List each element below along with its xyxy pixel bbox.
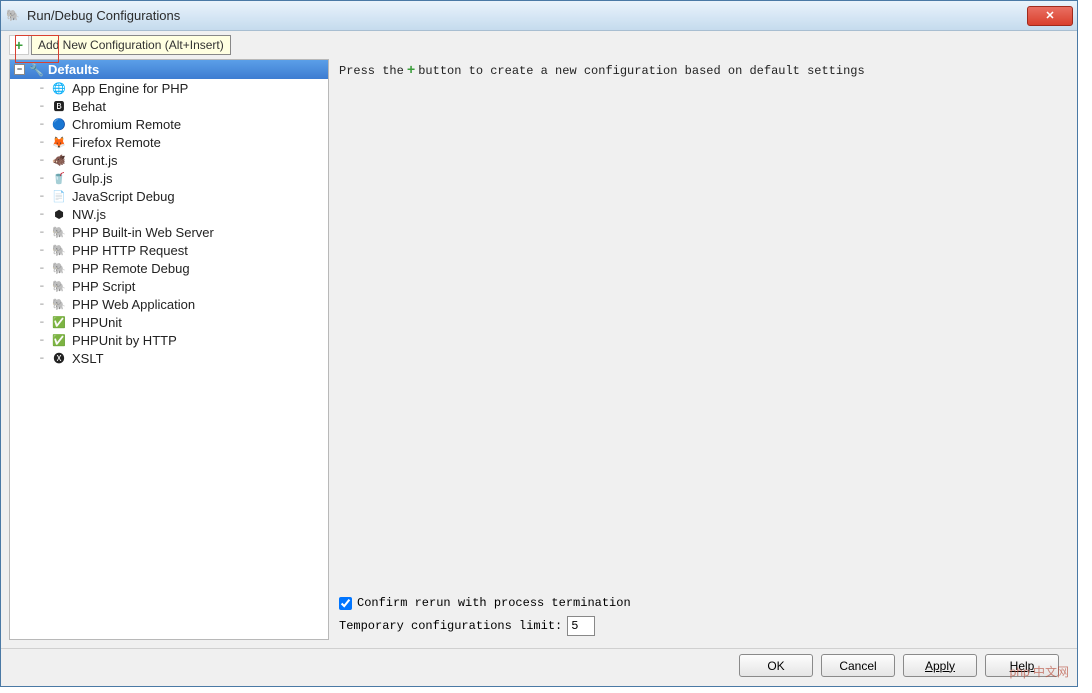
tree-item[interactable]: ╶ 🅱 Behat: [10, 97, 328, 115]
tree-item[interactable]: ╶ 🥤 Gulp.js: [10, 169, 328, 187]
tree-item-label: PHP Script: [72, 279, 135, 294]
tree-item[interactable]: ╶ 🐘 PHP Script: [10, 277, 328, 295]
tree-item-label: PHPUnit: [72, 315, 122, 330]
tree-item-label: PHP HTTP Request: [72, 243, 188, 258]
tree-item[interactable]: ╶ 🦊 Firefox Remote: [10, 133, 328, 151]
add-tooltip: Add New Configuration (Alt+Insert): [31, 35, 231, 55]
config-type-icon: ✅: [51, 332, 67, 348]
close-button[interactable]: ✕: [1027, 6, 1073, 26]
tree-item-label: PHP Web Application: [72, 297, 195, 312]
tree-connector-icon: ╶: [34, 100, 46, 113]
button-bar: OK Cancel Apply Help: [1, 648, 1077, 686]
tree-connector-icon: ╶: [34, 334, 46, 347]
titlebar: 🐘 Run/Debug Configurations ✕: [1, 1, 1077, 31]
tree-item[interactable]: ╶ 🐘 PHP Built-in Web Server: [10, 223, 328, 241]
plus-icon: +: [404, 63, 418, 79]
tree-item-label: Firefox Remote: [72, 135, 161, 150]
tree-item-label: App Engine for PHP: [72, 81, 188, 96]
tree-item[interactable]: ╶ 🐗 Grunt.js: [10, 151, 328, 169]
dialog-window: 🐘 Run/Debug Configurations ✕ + Add New C…: [0, 0, 1078, 687]
tree-connector-icon: ╶: [34, 82, 46, 95]
tree-item[interactable]: ╶ 🌐 App Engine for PHP: [10, 79, 328, 97]
config-type-icon: 🌐: [51, 80, 67, 96]
config-type-icon: 🐘: [51, 296, 67, 312]
apply-button[interactable]: Apply: [903, 654, 977, 677]
cancel-button[interactable]: Cancel: [821, 654, 895, 677]
hint-text: Press the + button to create a new confi…: [339, 63, 1067, 79]
config-type-icon: 🐘: [51, 260, 67, 276]
temp-limit-input[interactable]: [567, 616, 595, 636]
config-type-icon: 🅧: [51, 350, 67, 366]
configurations-tree[interactable]: − 🔧 Defaults ╶ 🌐 App Engine for PHP ╶ 🅱 Behat…: [9, 59, 329, 640]
tree-connector-icon: ╶: [34, 244, 46, 257]
config-type-icon: 🅱: [51, 98, 67, 114]
config-type-icon: 📄: [51, 188, 67, 204]
config-type-icon: 🐗: [51, 152, 67, 168]
temp-limit-row: Temporary configurations limit:: [339, 616, 1067, 636]
ok-button[interactable]: OK: [739, 654, 813, 677]
add-configuration-button[interactable]: +: [9, 35, 29, 55]
tree-connector-icon: ╶: [34, 316, 46, 329]
config-type-icon: ✅: [51, 314, 67, 330]
tree-item[interactable]: ╶ ✅ PHPUnit: [10, 313, 328, 331]
tree-connector-icon: ╶: [34, 352, 46, 365]
app-icon: 🐘: [5, 8, 21, 24]
window-title: Run/Debug Configurations: [27, 8, 1027, 23]
content-area: − 🔧 Defaults ╶ 🌐 App Engine for PHP ╶ 🅱 Behat…: [1, 59, 1077, 648]
tree-connector-icon: ╶: [34, 190, 46, 203]
tree-item-label: Chromium Remote: [72, 117, 181, 132]
tree-item[interactable]: ╶ 📄 JavaScript Debug: [10, 187, 328, 205]
tree-item[interactable]: ╶ 🔵 Chromium Remote: [10, 115, 328, 133]
hint-after: button to create a new configuration bas…: [418, 64, 864, 78]
help-button[interactable]: Help: [985, 654, 1059, 677]
tree-item-label: Gulp.js: [72, 171, 112, 186]
details-panel: Press the + button to create a new confi…: [337, 59, 1069, 640]
collapse-icon[interactable]: −: [14, 64, 25, 75]
toolbar: + Add New Configuration (Alt+Insert): [1, 31, 1077, 59]
tree-item[interactable]: ╶ 🐘 PHP Web Application: [10, 295, 328, 313]
tree-item-label: Grunt.js: [72, 153, 118, 168]
config-type-icon: 🐘: [51, 224, 67, 240]
tree-item-label: PHP Built-in Web Server: [72, 225, 214, 240]
tree-connector-icon: ╶: [34, 280, 46, 293]
tree-connector-icon: ╶: [34, 118, 46, 131]
config-type-icon: 🥤: [51, 170, 67, 186]
tree-connector-icon: ╶: [34, 226, 46, 239]
tree-item[interactable]: ╶ 🐘 PHP HTTP Request: [10, 241, 328, 259]
config-type-icon: 🐘: [51, 278, 67, 294]
tree-root-label: Defaults: [48, 62, 99, 77]
tree-connector-icon: ╶: [34, 298, 46, 311]
config-type-icon: 🔵: [51, 116, 67, 132]
config-type-icon: 🦊: [51, 134, 67, 150]
tree-item-label: JavaScript Debug: [72, 189, 175, 204]
tree-item[interactable]: ╶ 🐘 PHP Remote Debug: [10, 259, 328, 277]
tree-connector-icon: ╶: [34, 154, 46, 167]
tree-item-label: PHP Remote Debug: [72, 261, 190, 276]
temp-limit-label: Temporary configurations limit:: [339, 619, 562, 633]
tree-item-label: XSLT: [72, 351, 104, 366]
tree-connector-icon: ╶: [34, 262, 46, 275]
tree-connector-icon: ╶: [34, 136, 46, 149]
tree-connector-icon: ╶: [34, 208, 46, 221]
config-type-icon: ⬢: [51, 206, 67, 222]
tree-connector-icon: ╶: [34, 172, 46, 185]
config-type-icon: 🐘: [51, 242, 67, 258]
tree-root-defaults[interactable]: − 🔧 Defaults: [10, 60, 328, 79]
wrench-icon: 🔧: [29, 63, 44, 77]
confirm-rerun-row: Confirm rerun with process termination: [339, 596, 1067, 610]
tree-item-label: Behat: [72, 99, 106, 114]
tree-item-label: NW.js: [72, 207, 106, 222]
hint-before: Press the: [339, 64, 404, 78]
confirm-rerun-label: Confirm rerun with process termination: [357, 596, 631, 610]
confirm-rerun-checkbox[interactable]: [339, 597, 352, 610]
tree-item[interactable]: ╶ ⬢ NW.js: [10, 205, 328, 223]
tree-item[interactable]: ╶ ✅ PHPUnit by HTTP: [10, 331, 328, 349]
tree-item[interactable]: ╶ 🅧 XSLT: [10, 349, 328, 367]
tree-item-label: PHPUnit by HTTP: [72, 333, 177, 348]
